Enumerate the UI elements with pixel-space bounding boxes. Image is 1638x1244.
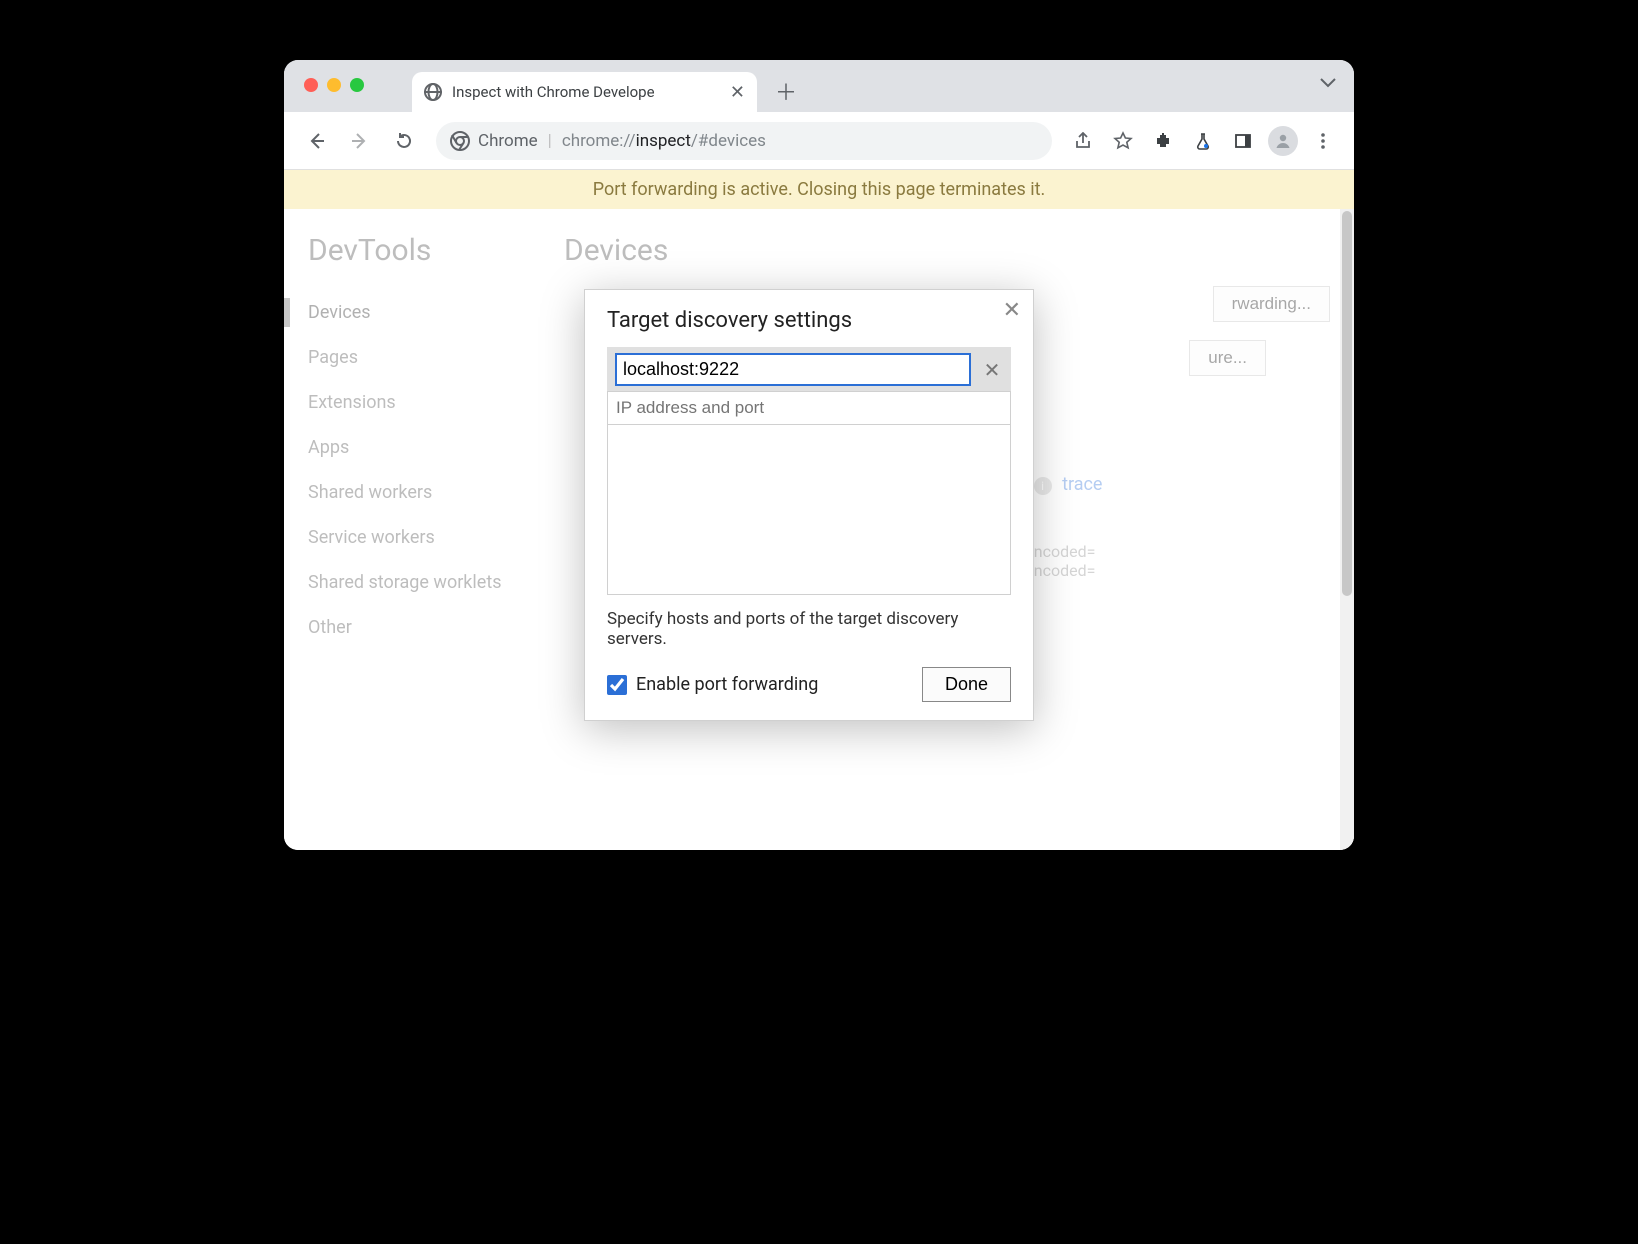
target-host-input[interactable]: [615, 353, 971, 386]
notice-bar: Port forwarding is active. Closing this …: [284, 170, 1354, 209]
avatar-icon: [1268, 126, 1298, 156]
window-close-button[interactable]: [304, 78, 318, 92]
target-host-new-input[interactable]: [607, 391, 1011, 425]
tab-title: Inspect with Chrome Develope: [452, 83, 720, 101]
tab-close-icon[interactable]: ✕: [730, 82, 745, 103]
info-icon: i: [1034, 477, 1052, 495]
modal-close-icon[interactable]: ✕: [1003, 298, 1021, 323]
tab-search-button[interactable]: [1320, 78, 1336, 88]
sidebar-item-apps[interactable]: Apps: [308, 425, 564, 470]
sidebar-item-pages[interactable]: Pages: [308, 335, 564, 380]
browser-window: Inspect with Chrome Develope ✕ ＋: [284, 60, 1354, 850]
nav-back-button[interactable]: [298, 123, 334, 159]
globe-icon: [424, 83, 442, 101]
scrollbar-thumb[interactable]: [1342, 211, 1352, 596]
sidebar-item-extensions[interactable]: Extensions: [308, 380, 564, 425]
nav-reload-button[interactable]: [386, 123, 422, 159]
enable-port-forwarding-row[interactable]: Enable port forwarding: [607, 674, 818, 695]
menu-icon[interactable]: [1306, 124, 1340, 158]
chrome-icon: [450, 131, 470, 151]
url-text: chrome://inspect/#devices: [562, 131, 766, 151]
labs-icon[interactable]: [1186, 124, 1220, 158]
target-placeholder-row: [607, 392, 1011, 425]
modal-title: Target discovery settings: [607, 308, 1011, 333]
titlebar: Inspect with Chrome Develope ✕ ＋: [284, 60, 1354, 112]
sidepanel-icon[interactable]: [1226, 124, 1260, 158]
trace-link[interactable]: trace: [1062, 474, 1102, 495]
sidebar-item-devices[interactable]: Devices: [308, 290, 564, 335]
sidebar-item-shared-workers[interactable]: Shared workers: [308, 470, 564, 515]
sidebar: DevTools Devices Pages Extensions Apps S…: [284, 209, 564, 850]
sidebar-item-service-workers[interactable]: Service workers: [308, 515, 564, 560]
share-icon[interactable]: [1066, 124, 1100, 158]
page-title: DevTools: [308, 233, 564, 268]
enable-port-forwarding-checkbox[interactable]: [607, 675, 627, 695]
extensions-icon[interactable]: [1146, 124, 1180, 158]
profile-button[interactable]: [1266, 124, 1300, 158]
scrollbar-track[interactable]: [1340, 209, 1354, 850]
scheme-label: Chrome: [478, 131, 538, 151]
site-info-button[interactable]: Chrome: [450, 131, 538, 151]
window-minimize-button[interactable]: [327, 78, 341, 92]
configure-button[interactable]: ure...: [1189, 340, 1266, 376]
nav-forward-button[interactable]: [342, 123, 378, 159]
sidebar-item-shared-storage-worklets[interactable]: Shared storage worklets: [308, 560, 564, 605]
target-list-area: [607, 425, 1011, 595]
done-button[interactable]: Done: [922, 667, 1011, 702]
modal-footer: Enable port forwarding Done: [607, 667, 1011, 702]
port-forwarding-button[interactable]: rwarding...: [1213, 286, 1330, 322]
target-entry-row: ✕: [607, 347, 1011, 392]
content-heading: Devices: [564, 233, 1330, 268]
separator: |: [548, 131, 552, 151]
toolbar-right-icons: [1066, 124, 1340, 158]
address-bar[interactable]: Chrome | chrome://inspect/#devices: [436, 122, 1052, 160]
page-body: DevTools Devices Pages Extensions Apps S…: [284, 209, 1354, 850]
enable-port-forwarding-label: Enable port forwarding: [636, 674, 818, 695]
target-discovery-modal: ✕ Target discovery settings ✕ Specify ho…: [584, 289, 1034, 721]
toolbar: Chrome | chrome://inspect/#devices: [284, 112, 1354, 170]
modal-description: Specify hosts and ports of the target di…: [607, 609, 1011, 649]
traffic-lights: [304, 78, 364, 92]
bookmark-icon[interactable]: [1106, 124, 1140, 158]
window-zoom-button[interactable]: [350, 78, 364, 92]
new-tab-button[interactable]: ＋: [771, 76, 801, 106]
browser-tab[interactable]: Inspect with Chrome Develope ✕: [412, 72, 757, 112]
sidebar-item-other[interactable]: Other: [308, 605, 564, 650]
delete-entry-icon[interactable]: ✕: [981, 358, 1003, 382]
